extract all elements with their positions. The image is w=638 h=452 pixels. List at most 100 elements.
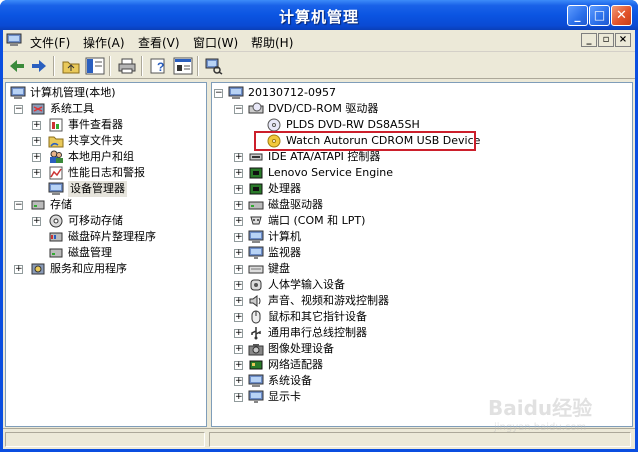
expand-icon[interactable]: +	[32, 169, 41, 178]
computer-management-icon	[10, 86, 26, 99]
storage-icon	[31, 200, 45, 210]
tree-item-label: 键盘	[268, 262, 290, 275]
computer-icon	[228, 86, 244, 99]
event-viewer-icon	[49, 118, 63, 132]
show-hide-tree-icon[interactable]	[85, 57, 105, 75]
expand-icon[interactable]: +	[234, 377, 243, 386]
tree-item-label: 共享文件夹	[68, 134, 123, 147]
network-adapter-icon	[249, 360, 263, 370]
display-adapter-icon	[248, 390, 264, 403]
expand-icon[interactable]: +	[234, 265, 243, 274]
maximize-button[interactable]: □	[589, 5, 610, 26]
tree-item-label: 可移动存储	[68, 214, 123, 227]
mdi-restore-button[interactable]: ▫	[598, 33, 614, 47]
device-manager-icon	[48, 182, 64, 195]
camera-icon	[248, 344, 264, 356]
expand-icon[interactable]: +	[32, 217, 41, 226]
expand-icon[interactable]: +	[234, 297, 243, 306]
close-button[interactable]: ✕	[611, 5, 632, 26]
speaker-icon	[249, 295, 261, 307]
window-title: 计算机管理	[278, 8, 359, 26]
expand-icon[interactable]: +	[32, 153, 41, 162]
console-tree-pane[interactable]: 计算机管理(本地) − 系统工具 + 事件查看器 + 共享文件夹 + 本地用户和…	[5, 82, 207, 427]
menu-file[interactable]: 文件(F)	[30, 34, 70, 51]
properties-help-icon[interactable]: ?	[149, 57, 169, 75]
menu-window[interactable]: 窗口(W)	[193, 34, 238, 51]
expand-icon[interactable]: +	[234, 281, 243, 290]
expand-icon[interactable]: +	[14, 265, 23, 274]
tree-item-label: 设备管理器	[68, 181, 127, 197]
mdi-minimize-button[interactable]: _	[581, 33, 597, 47]
forward-arrow-icon[interactable]	[29, 57, 49, 75]
details-view-icon[interactable]	[173, 57, 193, 75]
toolbar-separator	[53, 56, 55, 76]
print-icon[interactable]	[117, 57, 137, 75]
computer-management-icon[interactable]	[6, 33, 22, 47]
title-bar[interactable]: 计算机管理 _ □ ✕	[0, 0, 638, 30]
tree-item-label: IDE ATA/ATAPI 控制器	[268, 150, 381, 163]
usb-icon	[251, 327, 261, 340]
mdi-controls: _ ▫ ×	[581, 33, 631, 47]
hid-icon	[250, 279, 262, 291]
expand-icon[interactable]: +	[234, 185, 243, 194]
svg-text:?: ?	[157, 60, 164, 74]
tree-root-label: 计算机管理(本地)	[30, 86, 116, 99]
collapse-icon[interactable]: −	[14, 201, 23, 210]
tree-item-label: Lenovo Service Engine	[268, 166, 393, 179]
toolbar-separator	[141, 56, 143, 76]
collapse-icon[interactable]: −	[214, 89, 223, 98]
scan-hardware-icon[interactable]	[203, 57, 223, 75]
baidu-watermark: Baidu经验 jingyan.baidu.com	[488, 392, 628, 442]
tree-item-label: 图像处理设备	[268, 342, 334, 355]
toolbar-separator	[109, 56, 111, 76]
tree-item-label: 系统设备	[268, 374, 312, 387]
menu-view[interactable]: 查看(V)	[138, 34, 180, 51]
expand-icon[interactable]: +	[234, 217, 243, 226]
mdi-close-button[interactable]: ×	[615, 33, 631, 47]
expand-icon[interactable]: +	[32, 137, 41, 146]
menu-bar: 文件(F) 操作(A) 查看(V) 窗口(W) 帮助(H) _ ▫ ×	[3, 30, 635, 52]
collapse-icon[interactable]: −	[14, 105, 23, 114]
tree-item-label: 性能日志和警报	[68, 166, 145, 179]
processor-icon	[249, 183, 263, 195]
system-device-icon	[248, 374, 264, 387]
up-folder-icon[interactable]	[61, 57, 81, 75]
expand-icon[interactable]: +	[234, 153, 243, 162]
minimize-button[interactable]: _	[567, 5, 588, 26]
services-icon	[31, 263, 45, 275]
collapse-icon[interactable]: −	[234, 105, 243, 114]
expand-icon[interactable]: +	[234, 201, 243, 210]
tree-item-label: 鼠标和其它指针设备	[268, 310, 367, 323]
menu-action[interactable]: 操作(A)	[83, 34, 125, 51]
port-icon	[250, 216, 262, 225]
expand-icon[interactable]: +	[234, 233, 243, 242]
computer-icon	[248, 230, 264, 243]
system-tools-icon	[31, 103, 45, 115]
expand-icon[interactable]: +	[234, 249, 243, 258]
expand-icon[interactable]: +	[234, 393, 243, 402]
tree-item-label: 监视器	[268, 246, 301, 259]
tree-item-label: 磁盘碎片整理程序	[68, 230, 156, 243]
watermark-brand: Baidu经验	[488, 396, 593, 420]
tree-item-label: 磁盘驱动器	[268, 198, 323, 211]
expand-icon[interactable]: +	[234, 169, 243, 178]
defrag-icon	[49, 232, 63, 242]
highlight-box	[254, 131, 476, 151]
computer-name-label: 20130712-0957	[248, 86, 336, 99]
expand-icon[interactable]: +	[234, 313, 243, 322]
tree-item-label: 磁盘管理	[68, 246, 112, 259]
tree-item-label: 事件查看器	[68, 118, 123, 131]
status-cell	[5, 432, 205, 447]
expand-icon[interactable]: +	[234, 345, 243, 354]
performance-log-icon	[49, 166, 63, 180]
expand-icon[interactable]: +	[32, 121, 41, 130]
tree-item-label: 通用串行总线控制器	[268, 326, 367, 339]
tree-item-label: 端口 (COM 和 LPT)	[268, 214, 366, 227]
expand-icon[interactable]: +	[234, 329, 243, 338]
tree-item-label: 系统工具	[50, 102, 94, 115]
tree-item-label: DVD/CD-ROM 驱动器	[268, 102, 379, 115]
ide-controller-icon	[249, 153, 263, 161]
back-arrow-icon[interactable]	[7, 57, 27, 75]
expand-icon[interactable]: +	[234, 361, 243, 370]
menu-help[interactable]: 帮助(H)	[251, 34, 293, 51]
